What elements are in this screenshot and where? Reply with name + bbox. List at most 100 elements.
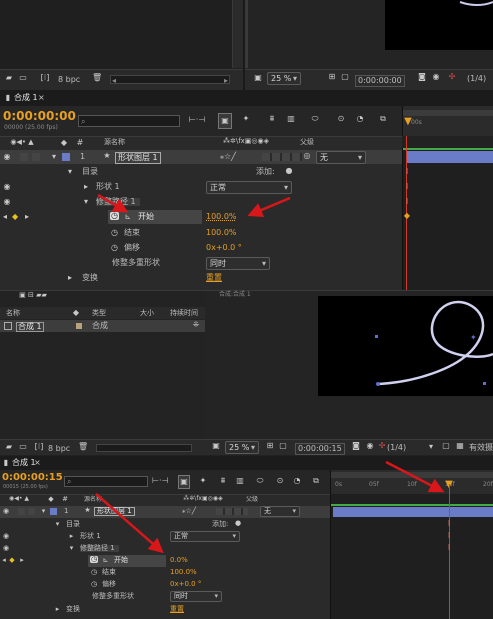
snapshot-icon[interactable]: ◉: [431, 73, 441, 81]
label-color-swatch[interactable]: [50, 508, 57, 515]
add-label[interactable]: 添加:: [212, 521, 228, 528]
eye-icon[interactable]: ◉: [3, 198, 11, 206]
comp-mini-flowchart-icon[interactable]: ⊢·⊣: [152, 477, 168, 485]
end-value[interactable]: 100.0%: [206, 229, 237, 237]
offset-value[interactable]: 0x+0.0 °: [170, 581, 201, 588]
timeline-1-tab[interactable]: 合成 1: [14, 94, 38, 102]
scroll-left-icon[interactable]: ◂: [112, 76, 116, 85]
trim-multiple-select[interactable]: 同时: [170, 591, 222, 602]
new-comp-icon[interactable]: ▭: [18, 443, 28, 451]
layer-switches[interactable]: ⁎☆╱: [206, 153, 250, 161]
bpc-label[interactable]: 8 bpc: [58, 76, 80, 84]
start-row[interactable]: ◂ ◆ ▸ ◷ ⊾ 开始 0.0%: [0, 555, 330, 567]
blend-mode-select[interactable]: 正常: [170, 531, 240, 542]
shape-1-label[interactable]: 形状 1: [80, 533, 101, 540]
timeline-2-ruler[interactable]: 0s 05f 10f 15f 20f ▼: [330, 470, 493, 494]
graph-icon[interactable]: ⊾: [124, 213, 132, 221]
next-keyframe-icon[interactable]: ▸: [24, 213, 30, 221]
panel-tab-icons[interactable]: ▣ ⊟ ▰▰: [3, 292, 63, 299]
resolution-select[interactable]: (1/4): [387, 444, 406, 452]
twirl-open-icon[interactable]: ▾: [68, 545, 75, 552]
layer-row[interactable]: ◉ ▾ 1 ★ 形状图层 1 ⁎☆╱ 无: [0, 506, 330, 518]
motion-blur-icon[interactable]: ▥: [284, 115, 298, 123]
playhead-icon[interactable]: ▼: [403, 117, 413, 127]
eye-icon[interactable]: ◉: [3, 183, 11, 191]
start-row[interactable]: ◂ ◆ ▸ ◷ ⊾ 开始 100.0%: [0, 210, 402, 224]
resolution-select[interactable]: (1/4): [467, 75, 486, 83]
comp-mini-flowchart-icon[interactable]: ⊢·⊣: [188, 116, 206, 124]
transparency-icon[interactable]: ▦: [455, 442, 465, 450]
snapshot-icon[interactable]: ◉: [365, 442, 375, 450]
offset-row[interactable]: ◷ 偏移 0x+0.0 °: [0, 241, 402, 255]
next-keyframe-icon[interactable]: ▸: [19, 557, 25, 564]
safe-zone-icon[interactable]: ▢: [340, 73, 350, 81]
pickwhip-icon[interactable]: ◎: [303, 152, 311, 160]
live-update-icon[interactable]: ◔: [354, 115, 366, 123]
col-type[interactable]: 类型: [92, 310, 106, 317]
switch-boxes[interactable]: [262, 153, 302, 161]
auto-keyframe-icon[interactable]: ⊙: [274, 477, 286, 485]
graph-editor-icon[interactable]: ⧉: [376, 115, 390, 123]
color-channel-icon[interactable]: ✣: [447, 73, 457, 81]
lock-box[interactable]: [32, 153, 40, 161]
frame-blending-icon[interactable]: ⩩: [266, 115, 278, 123]
twirl-closed-icon[interactable]: ▸: [54, 606, 61, 613]
trim-label[interactable]: 修整路径 1: [80, 545, 119, 552]
twirl-closed-icon[interactable]: ▸: [82, 183, 90, 191]
timeline-1-ruler[interactable]: 00s ▼: [402, 106, 493, 136]
stopwatch-active-icon[interactable]: ◷: [110, 212, 119, 220]
trim-multiple-select[interactable]: 同时: [206, 257, 270, 270]
eye-icon[interactable]: ◉: [2, 533, 10, 540]
layer-duration-bar[interactable]: [407, 151, 493, 163]
shape-1-label[interactable]: 形状 1: [96, 183, 120, 191]
brainstorm-icon[interactable]: ⬭: [254, 477, 266, 485]
frame-blending-icon[interactable]: ⩩: [218, 477, 228, 485]
draft-3d-icon[interactable]: ▣: [178, 475, 190, 489]
trash-icon[interactable]: 🗑: [92, 74, 102, 82]
graph-icon[interactable]: ⊾: [102, 557, 109, 564]
dropdown-arrow-icon[interactable]: ▾: [427, 443, 435, 451]
reset-link[interactable]: 重置: [170, 606, 184, 613]
new-comp-icon[interactable]: ▭: [18, 74, 28, 82]
keyframe-navigator-icon[interactable]: ◆: [12, 213, 18, 221]
close-tab-icon[interactable]: ×: [38, 94, 45, 102]
twirl-open-icon[interactable]: ▾: [54, 521, 61, 528]
end-row[interactable]: ◷ 结束 100.0%: [0, 567, 330, 579]
twirl-open-icon[interactable]: ▾: [50, 153, 58, 161]
blend-mode-select[interactable]: 正常: [206, 181, 292, 194]
timeline-1-search[interactable]: ⌕: [78, 115, 180, 127]
viewer-scrollbar[interactable]: [245, 0, 248, 68]
active-camera-select[interactable]: 有效摄: [469, 444, 493, 452]
trim-paths-row[interactable]: ◉ ▾ 修整路径 1: [0, 543, 330, 555]
twirl-open-icon[interactable]: ▾: [40, 508, 47, 515]
auto-keyframe-icon[interactable]: ⊙: [334, 115, 348, 123]
label-color-swatch[interactable]: [62, 153, 70, 161]
end-row[interactable]: ◷ 结束 100.0%: [0, 226, 402, 240]
offset-value[interactable]: 0x+0.0 °: [206, 244, 242, 252]
viewer-2-timecode[interactable]: 0:00:00:15: [295, 443, 345, 455]
hide-shy-layers-icon[interactable]: ✦: [240, 115, 252, 123]
timeline-2-search[interactable]: ⌕: [64, 476, 148, 487]
live-update-icon[interactable]: ◔: [292, 477, 302, 485]
solo-box[interactable]: [20, 153, 28, 161]
timeline-1-timecode[interactable]: 0:00:00:00: [3, 110, 76, 122]
col-duration[interactable]: 持续时间: [170, 310, 198, 317]
timeline-2-tab[interactable]: 合成 1: [12, 459, 36, 467]
contents-row[interactable]: ▾ 目录 添加: ●: [0, 519, 330, 531]
start-value[interactable]: 0.0%: [170, 557, 188, 564]
scroll-right-icon[interactable]: ▸: [224, 76, 228, 85]
horizontal-scrollbar[interactable]: [96, 444, 192, 452]
trim-paths-row[interactable]: ◉ ▾ 修整路径 1: [0, 195, 402, 209]
shape-1-row[interactable]: ◉ ▸ 形状 1 正常: [0, 180, 402, 194]
flowchart-icon[interactable]: [⁝]: [32, 443, 46, 451]
layer-name[interactable]: 形状图层 1: [94, 507, 135, 516]
keyframe-navigator-icon[interactable]: ◆: [9, 557, 15, 564]
stopwatch-icon[interactable]: ◷: [110, 229, 119, 237]
transform-row[interactable]: ▸ 变换 重置: [0, 271, 402, 285]
parent-select[interactable]: 无: [316, 151, 366, 164]
folder-icon[interactable]: ▰: [4, 74, 14, 82]
add-arrow-icon[interactable]: ●: [284, 167, 294, 175]
layer-switches[interactable]: ⁎☆╱: [170, 508, 208, 515]
stopwatch-icon[interactable]: ◷: [90, 569, 98, 576]
trim-label[interactable]: 修整路径 1: [96, 198, 140, 206]
